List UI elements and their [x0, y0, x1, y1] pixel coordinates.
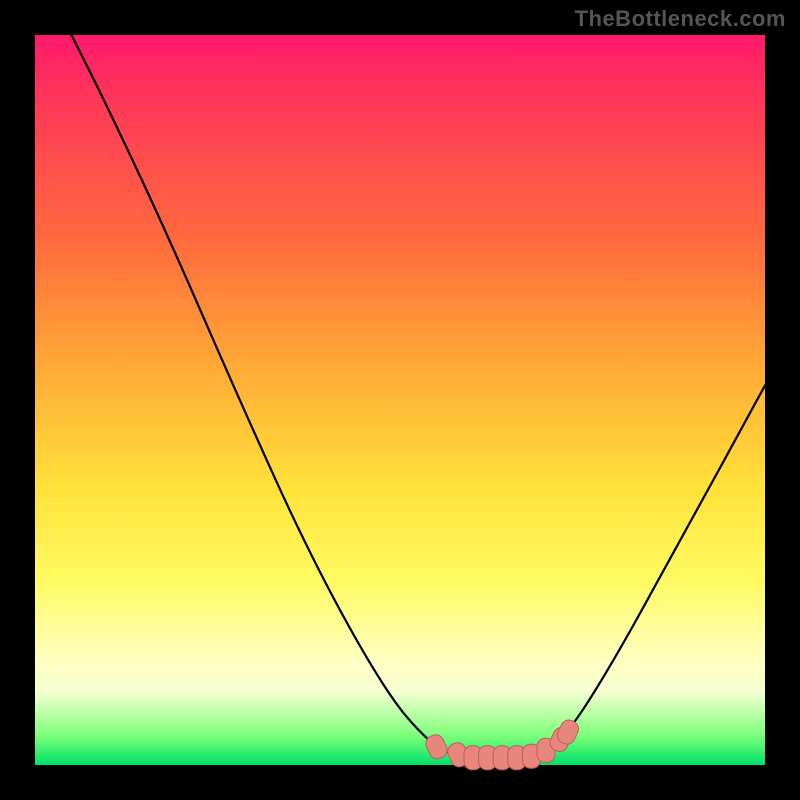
- chart-frame: TheBottleneck.com: [0, 0, 800, 800]
- bottleneck-curve: [72, 35, 766, 758]
- chart-overlay-svg: [35, 35, 765, 765]
- curve-marker: [423, 732, 449, 761]
- watermark-text: TheBottleneck.com: [575, 6, 786, 32]
- marker-group: [423, 717, 581, 769]
